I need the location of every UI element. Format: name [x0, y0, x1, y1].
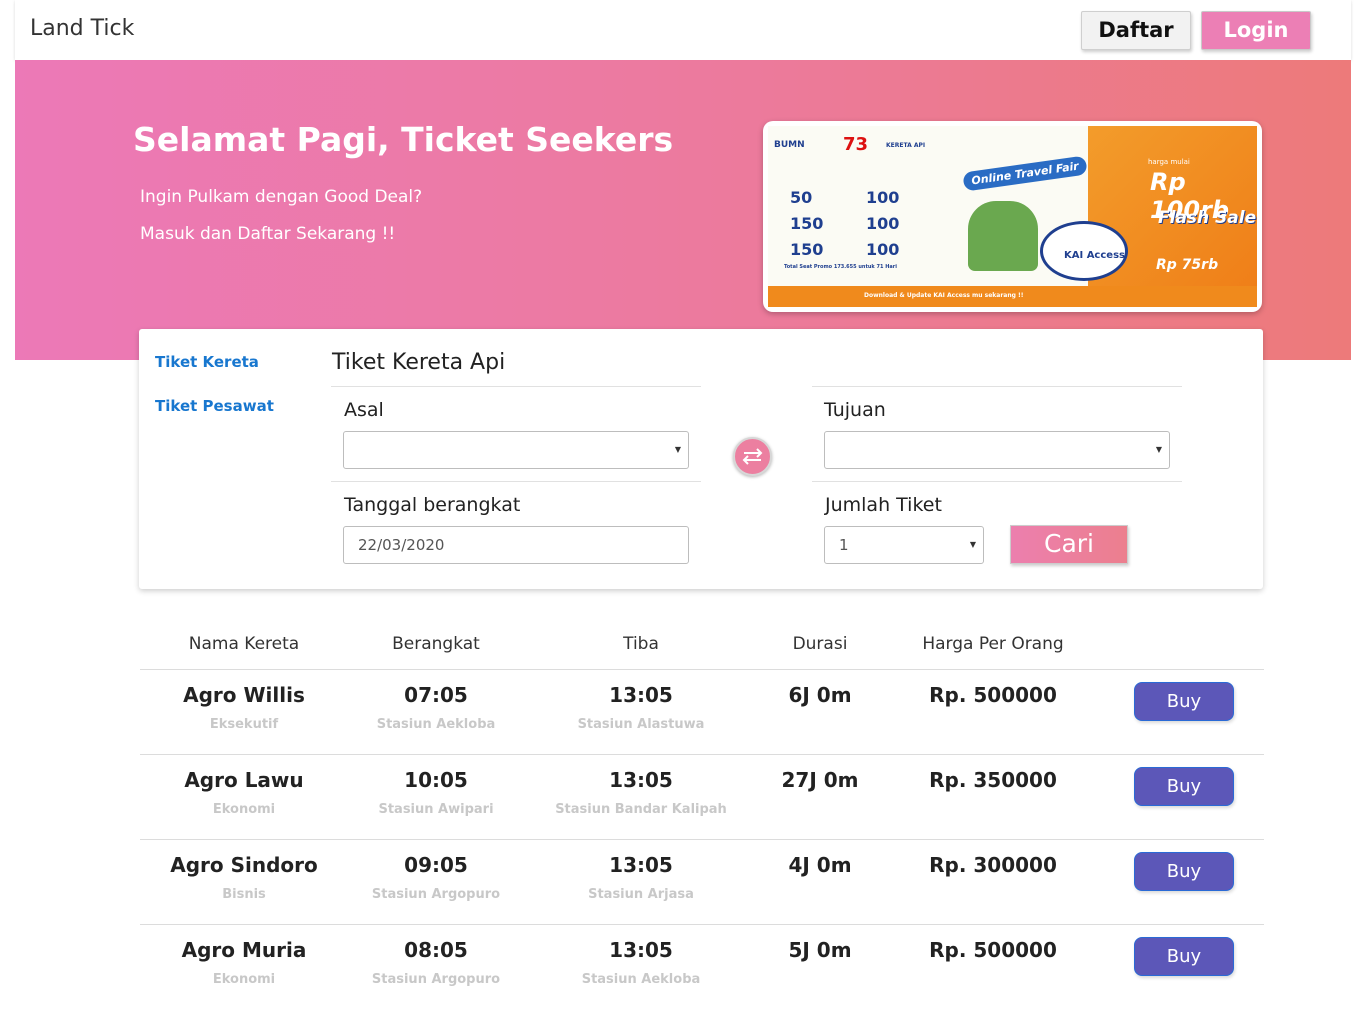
divider — [812, 481, 1182, 482]
promo-small-price: Rp 75rb — [1156, 257, 1219, 273]
depart-station: Stasiun Aekloba — [376, 717, 496, 732]
promo-harga-label: harga mulai — [1148, 158, 1190, 166]
destination-label: Tujuan — [824, 399, 886, 421]
search-title: Tiket Kereta Api — [332, 350, 506, 375]
duration: 6J 0m — [788, 683, 852, 707]
train-class: Eksekutif — [209, 717, 279, 732]
train-name: Agro Sindoro — [170, 853, 318, 877]
qty-label: Jumlah Tiket — [825, 494, 942, 516]
swap-arrows-icon — [742, 448, 763, 465]
table-row: Agro Willis Eksekutif 07:05 Stasiun Aekl… — [140, 670, 1264, 755]
promo-anniversary-logo: 73 — [843, 134, 869, 155]
arrive-station: Stasiun Alastuwa — [577, 717, 705, 732]
arrive-station: Stasiun Bandar Kalipah — [555, 802, 727, 817]
train-name: Agro Willis — [183, 683, 305, 707]
duration: 4J 0m — [788, 853, 852, 877]
duration: 5J 0m — [788, 938, 852, 962]
caret-down-icon: ▼ — [969, 540, 976, 549]
buy-button[interactable]: Buy — [1134, 852, 1234, 891]
caret-down-icon: ▼ — [1155, 445, 1162, 454]
header-durasi: Durasi — [792, 634, 848, 654]
promo-footer: Download & Update KAI Access mu sekarang… — [864, 292, 1024, 299]
promo-artwork: BUMN 73 KERETA API Online Travel Fair 50… — [768, 126, 1257, 307]
train-class: Bisnis — [222, 887, 266, 902]
qty-select[interactable]: 1 ▼ — [824, 526, 984, 564]
train-class: Ekonomi — [212, 802, 276, 817]
divider — [331, 481, 701, 482]
promo-kai-logo: KERETA API — [886, 142, 926, 149]
depart-station: Stasiun Argopuro — [371, 887, 501, 902]
depart-station: Stasiun Argopuro — [371, 972, 501, 987]
qty-value: 1 — [839, 536, 849, 554]
duration: 27J 0m — [781, 768, 859, 792]
table-row: Agro Lawu Ekonomi 10:05 Stasiun Awipari … — [140, 755, 1264, 840]
swap-button[interactable] — [733, 437, 772, 476]
brand-logo[interactable]: Land Tick — [30, 16, 134, 41]
origin-select[interactable]: ▼ — [343, 431, 689, 469]
promo-bumn-logo: BUMN — [774, 140, 805, 150]
date-label: Tanggal berangkat — [344, 494, 521, 516]
depart-time: 10:05 — [404, 768, 468, 792]
price: Rp. 300000 — [929, 853, 1057, 877]
header-tiba: Tiba — [623, 634, 659, 654]
arrive-time: 13:05 — [609, 768, 673, 792]
promo-illustration — [968, 201, 1038, 271]
promo-total: Total Seat Promo 173.655 untuk 71 Hari — [784, 264, 897, 270]
login-button[interactable]: Login — [1201, 11, 1311, 50]
register-button[interactable]: Daftar — [1081, 11, 1191, 50]
arrive-station: Stasiun Arjasa — [588, 887, 694, 902]
train-name: Agro Muria — [181, 938, 307, 962]
buy-button[interactable]: Buy — [1134, 682, 1234, 721]
arrive-station: Stasiun Aekloba — [581, 972, 701, 987]
search-card: Tiket Kereta Tiket Pesawat Tiket Kereta … — [139, 329, 1263, 589]
search-button[interactable]: Cari — [1010, 525, 1128, 564]
navbar: Land Tick Daftar Login — [15, 0, 1351, 60]
promo-price: 100 — [866, 188, 900, 207]
table-row: Agro Sindoro Bisnis 09:05 Stasiun Argopu… — [140, 840, 1264, 925]
hero-title: Selamat Pagi, Ticket Seekers — [133, 120, 674, 159]
price: Rp. 350000 — [929, 768, 1057, 792]
promo-price: 100 — [866, 240, 900, 259]
hero-tagline: Ingin Pulkam dengan Good Deal? — [140, 187, 423, 207]
promo-app-name: KAI Access — [1064, 250, 1125, 261]
tab-tiket-kereta[interactable]: Tiket Kereta — [155, 353, 259, 371]
promo-price: 50 — [790, 188, 813, 207]
buy-button[interactable]: Buy — [1134, 937, 1234, 976]
promo-price: 150 — [790, 240, 824, 259]
train-class: Ekonomi — [212, 972, 276, 987]
buy-button[interactable]: Buy — [1134, 767, 1234, 806]
header-nama-kereta: Nama Kereta — [188, 634, 300, 654]
date-input[interactable]: 22/03/2020 — [343, 526, 689, 564]
train-name: Agro Lawu — [184, 768, 304, 792]
promo-flash-sale: Flash Sale — [1158, 208, 1257, 228]
arrive-time: 13:05 — [609, 853, 673, 877]
arrive-time: 13:05 — [609, 938, 673, 962]
promo-image[interactable]: BUMN 73 KERETA API Online Travel Fair 50… — [763, 121, 1262, 312]
hero-cta-text: Masuk dan Daftar Sekarang !! — [140, 224, 396, 244]
table-row: Agro Muria Ekonomi 08:05 Stasiun Argopur… — [140, 925, 1264, 1010]
origin-label: Asal — [344, 399, 384, 421]
destination-select[interactable]: ▼ — [824, 431, 1170, 469]
divider — [331, 386, 701, 387]
depart-time: 09:05 — [404, 853, 468, 877]
tab-tiket-pesawat[interactable]: Tiket Pesawat — [155, 397, 274, 415]
promo-price: 150 — [790, 214, 824, 233]
caret-down-icon: ▼ — [674, 445, 681, 454]
depart-time: 08:05 — [404, 938, 468, 962]
price: Rp. 500000 — [929, 683, 1057, 707]
divider — [812, 386, 1182, 387]
price: Rp. 500000 — [929, 938, 1057, 962]
hero-banner: Selamat Pagi, Ticket Seekers Ingin Pulka… — [15, 60, 1351, 360]
header-harga: Harga Per Orang — [922, 634, 1064, 654]
promo-price: 100 — [866, 214, 900, 233]
depart-station: Stasiun Awipari — [378, 802, 494, 817]
header-berangkat: Berangkat — [392, 634, 480, 654]
arrive-time: 13:05 — [609, 683, 673, 707]
depart-time: 07:05 — [404, 683, 468, 707]
